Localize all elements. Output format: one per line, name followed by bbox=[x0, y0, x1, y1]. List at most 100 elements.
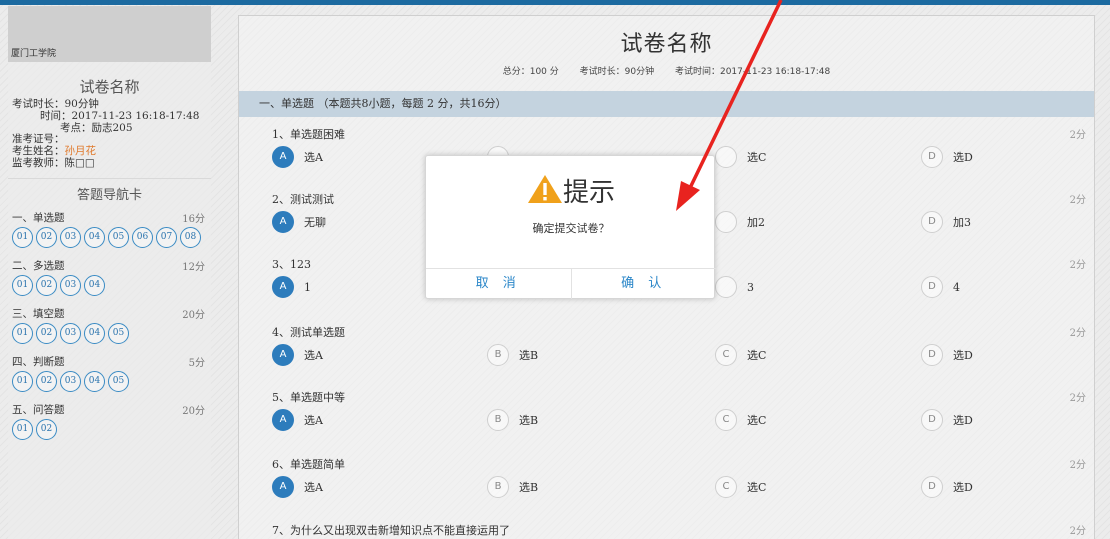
option-text: 选A bbox=[304, 414, 323, 427]
nav-section-score: 16分 bbox=[182, 213, 205, 225]
nav-question-button[interactable]: 02 bbox=[36, 370, 57, 392]
option-letter[interactable]: C bbox=[715, 409, 737, 431]
answer-option[interactable]: C 选C bbox=[715, 344, 766, 366]
option-text: 选B bbox=[519, 481, 539, 494]
answer-option[interactable]: B 选B bbox=[487, 344, 538, 366]
nav-question-button[interactable]: 07 bbox=[156, 226, 177, 248]
nav-question-button[interactable]: 03 bbox=[60, 226, 81, 248]
nav-question-button[interactable]: 04 bbox=[84, 370, 105, 392]
paper-meta: 总分：100 分 考试时长：90分钟 考试时间：2017-11-23 16:18… bbox=[239, 64, 1094, 77]
nav-question-group: 01 02 bbox=[8, 418, 208, 443]
nav-question-button[interactable]: 04 bbox=[84, 274, 105, 296]
option-letter[interactable]: A bbox=[272, 276, 294, 298]
nav-question-button[interactable]: 04 bbox=[84, 226, 105, 248]
nav-question-group: 01 02 03 04 05 06 07 08 bbox=[8, 226, 208, 251]
answer-option[interactable]: D4 bbox=[921, 276, 960, 298]
question-title: 7、为什么又出现双击新增知识点不能直接运用了 bbox=[272, 524, 510, 537]
answer-option[interactable]: D 选D bbox=[921, 146, 973, 168]
option-letter[interactable]: B bbox=[487, 476, 509, 498]
question-title: 4、测试单选题 bbox=[272, 326, 345, 339]
option-text: 选C bbox=[747, 349, 767, 362]
option-letter[interactable] bbox=[715, 146, 737, 168]
nav-question-button[interactable]: 02 bbox=[36, 274, 57, 296]
option-text: 选C bbox=[747, 481, 767, 494]
option-text: 选A bbox=[304, 349, 323, 362]
option-letter[interactable] bbox=[715, 211, 737, 233]
question-title: 1、单选题困难 bbox=[272, 128, 345, 141]
answer-option[interactable]: A 选A bbox=[272, 476, 323, 498]
answer-option[interactable]: A1 bbox=[272, 276, 311, 298]
option-letter[interactable]: C bbox=[715, 344, 737, 366]
answer-option[interactable]: 3 bbox=[715, 276, 754, 298]
answer-option[interactable]: D 选D bbox=[921, 476, 973, 498]
answer-option[interactable]: A 选A bbox=[272, 146, 323, 168]
answer-option[interactable]: D 选D bbox=[921, 409, 973, 431]
answer-option[interactable]: D 加3 bbox=[921, 211, 971, 233]
answer-nav-title: 答题导航卡 bbox=[8, 177, 211, 203]
nav-section: 三、填空题 20分 bbox=[8, 306, 211, 321]
nav-question-button[interactable]: 05 bbox=[108, 322, 129, 344]
answer-option[interactable]: 选C bbox=[715, 146, 766, 168]
confirm-button[interactable]: 确 认 bbox=[570, 269, 717, 299]
option-letter[interactable]: D bbox=[921, 476, 943, 498]
paper-title: 试卷名称 bbox=[620, 32, 713, 57]
answer-option[interactable]: 加2 bbox=[715, 211, 765, 233]
nav-section-name: 一、单选题 bbox=[12, 211, 65, 224]
nav-question-button[interactable]: 01 bbox=[12, 370, 33, 392]
nav-question-button[interactable]: 03 bbox=[60, 370, 81, 392]
option-letter[interactable]: A bbox=[272, 211, 294, 233]
option-text: 加3 bbox=[953, 216, 971, 229]
nav-question-button[interactable]: 05 bbox=[108, 226, 129, 248]
answer-option[interactable]: A 选A bbox=[272, 409, 323, 431]
answer-option[interactable]: A 选A bbox=[272, 344, 323, 366]
option-letter[interactable]: D bbox=[921, 344, 943, 366]
nav-question-button[interactable]: 02 bbox=[36, 418, 57, 440]
option-letter[interactable]: D bbox=[921, 409, 943, 431]
option-text: 选A bbox=[304, 481, 323, 494]
option-letter[interactable] bbox=[715, 276, 737, 298]
option-text: 选D bbox=[953, 349, 973, 362]
cancel-button[interactable]: 取 消 bbox=[426, 269, 571, 299]
nav-question-button[interactable]: 03 bbox=[60, 322, 81, 344]
sidebar: 厦门工学院 试卷名称 考试时长：90分钟 时间：2017-11-23 16:18… bbox=[8, 6, 211, 539]
nav-question-button[interactable]: 01 bbox=[12, 274, 33, 296]
question-score: 2分 bbox=[1069, 526, 1086, 537]
nav-question-button[interactable]: 04 bbox=[84, 322, 105, 344]
nav-question-button[interactable]: 02 bbox=[36, 322, 57, 344]
answer-option[interactable]: B 选B bbox=[487, 476, 538, 498]
nav-section-name: 五、问答题 bbox=[12, 403, 65, 416]
nav-question-group: 01 02 03 04 bbox=[8, 274, 208, 299]
exam-time-meta: 考试时间：2017-11-23 16:18-17:48 bbox=[674, 67, 831, 77]
option-text: 3 bbox=[747, 280, 754, 294]
answer-option[interactable]: C 选C bbox=[715, 409, 766, 431]
answer-option[interactable]: C 选C bbox=[715, 476, 766, 498]
option-letter[interactable]: A bbox=[272, 409, 294, 431]
option-letter[interactable]: A bbox=[272, 344, 294, 366]
student-name-label: 考生姓名： bbox=[12, 145, 65, 158]
nav-question-button[interactable]: 01 bbox=[12, 322, 33, 344]
option-letter[interactable]: A bbox=[272, 146, 294, 168]
answer-nav: 一、单选题 16分 01 02 03 04 05 06 07 08 二、多选题 12分 01 02 03 04… bbox=[8, 210, 211, 443]
option-letter[interactable]: D bbox=[921, 146, 943, 168]
option-letter[interactable]: D bbox=[921, 211, 943, 233]
option-letter[interactable]: C bbox=[715, 476, 737, 498]
option-letter[interactable]: A bbox=[272, 476, 294, 498]
nav-question-button[interactable]: 08 bbox=[180, 226, 201, 248]
option-letter[interactable]: B bbox=[487, 344, 509, 366]
nav-question-button[interactable]: 02 bbox=[36, 226, 57, 248]
option-letter[interactable]: D bbox=[921, 276, 943, 298]
option-text: 选D bbox=[953, 414, 973, 427]
sidebar-header: 厦门工学院 bbox=[8, 6, 211, 62]
nav-question-button[interactable]: 01 bbox=[12, 226, 33, 248]
nav-question-button[interactable]: 01 bbox=[12, 418, 33, 440]
answer-option[interactable]: B 选B bbox=[487, 409, 538, 431]
option-letter[interactable]: B bbox=[487, 409, 509, 431]
nav-question-button[interactable]: 06 bbox=[132, 226, 153, 248]
option-text: 选C bbox=[747, 151, 767, 164]
nav-section-name: 二、多选题 bbox=[12, 259, 65, 272]
dialog-message: 确定提交试卷？ bbox=[532, 222, 610, 235]
nav-question-button[interactable]: 05 bbox=[108, 370, 129, 392]
answer-option[interactable]: A 无聊 bbox=[272, 211, 326, 233]
answer-option[interactable]: D 选D bbox=[921, 344, 973, 366]
nav-question-button[interactable]: 03 bbox=[60, 274, 81, 296]
